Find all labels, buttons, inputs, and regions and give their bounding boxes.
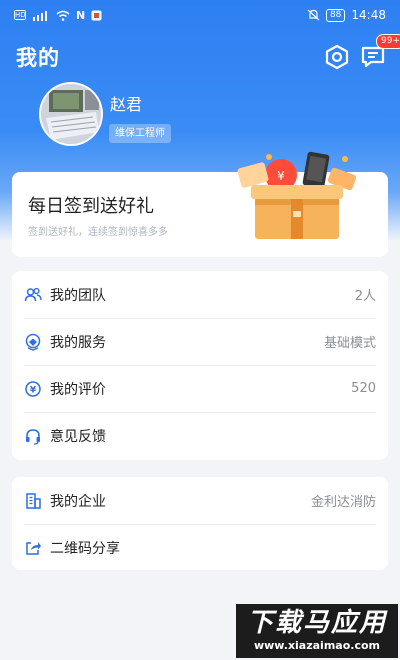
avatar-photo — [41, 84, 101, 144]
service-icon — [24, 333, 42, 351]
team-icon — [24, 286, 42, 304]
battery-icon: 88 — [325, 8, 346, 22]
status-time: 14:48 — [351, 8, 386, 22]
settings-hexagon-icon — [325, 44, 349, 70]
menu-label: 我的服务 — [50, 334, 106, 351]
settings-button[interactable] — [322, 42, 352, 72]
hd-icon: HD — [14, 10, 26, 20]
avatar[interactable] — [39, 82, 103, 146]
app-notification-icon — [91, 10, 102, 20]
watermark-url: www.xiazaimao.com — [253, 639, 380, 652]
menu-group-primary: 我的团队 2人 我的服务 基础模式 ¥ 我的评价 520 意见反馈 — [12, 271, 388, 460]
page-title: 我的 — [16, 46, 60, 70]
nfc-icon: N — [76, 8, 86, 22]
building-icon — [24, 492, 42, 510]
menu-label: 二维码分享 — [50, 540, 120, 557]
menu-label: 我的团队 — [50, 287, 106, 304]
watermark-title: 下载马应用 — [246, 608, 387, 638]
menu-label: 意见反馈 — [50, 428, 106, 445]
menu-label: 我的企业 — [50, 493, 106, 510]
svg-text:¥: ¥ — [30, 385, 37, 395]
menu-item-feedback[interactable]: 意见反馈 — [12, 412, 388, 459]
menu-item-my-company[interactable]: 我的企业 金利达消防 — [12, 477, 388, 524]
rating-value: 520 — [351, 381, 376, 396]
status-bar-right: 88 14:48 — [307, 8, 386, 22]
menu-item-my-team[interactable]: 我的团队 2人 — [12, 271, 388, 318]
checkin-subtitle: 签到送好礼，连续签到惊喜多多 — [28, 227, 168, 238]
user-name: 赵君 — [110, 95, 143, 114]
wifi-icon — [56, 10, 70, 21]
checkin-title: 每日签到送好礼 — [28, 196, 154, 217]
mute-icon — [307, 9, 320, 21]
share-icon — [24, 539, 42, 557]
menu-group-secondary: 我的企业 金利达消防 二维码分享 — [12, 477, 388, 570]
rating-icon: ¥ — [24, 380, 42, 398]
team-count-value: 2人 — [354, 289, 376, 304]
service-mode-value: 基础模式 — [323, 336, 376, 351]
message-count-badge: 99+ — [376, 34, 400, 49]
company-name-value: 金利达消防 — [310, 495, 376, 510]
menu-item-qr-share[interactable]: 二维码分享 — [12, 524, 388, 571]
menu-item-my-rating[interactable]: ¥ 我的评价 520 — [12, 365, 388, 412]
status-bar: HD N 88 14:48 — [0, 0, 400, 30]
role-badge: 维保工程师 — [109, 124, 171, 143]
headset-icon — [24, 427, 42, 445]
cellular-signal-icon — [33, 10, 47, 21]
menu-item-my-service[interactable]: 我的服务 基础模式 — [12, 318, 388, 365]
gift-box-illustration: ¥ — [237, 151, 357, 239]
status-bar-left: HD N — [14, 9, 102, 22]
svg-text:¥: ¥ — [277, 169, 285, 183]
menu-label: 我的评价 — [50, 381, 106, 398]
site-watermark: 下载马应用 www.xiazaimao.com — [236, 604, 398, 658]
